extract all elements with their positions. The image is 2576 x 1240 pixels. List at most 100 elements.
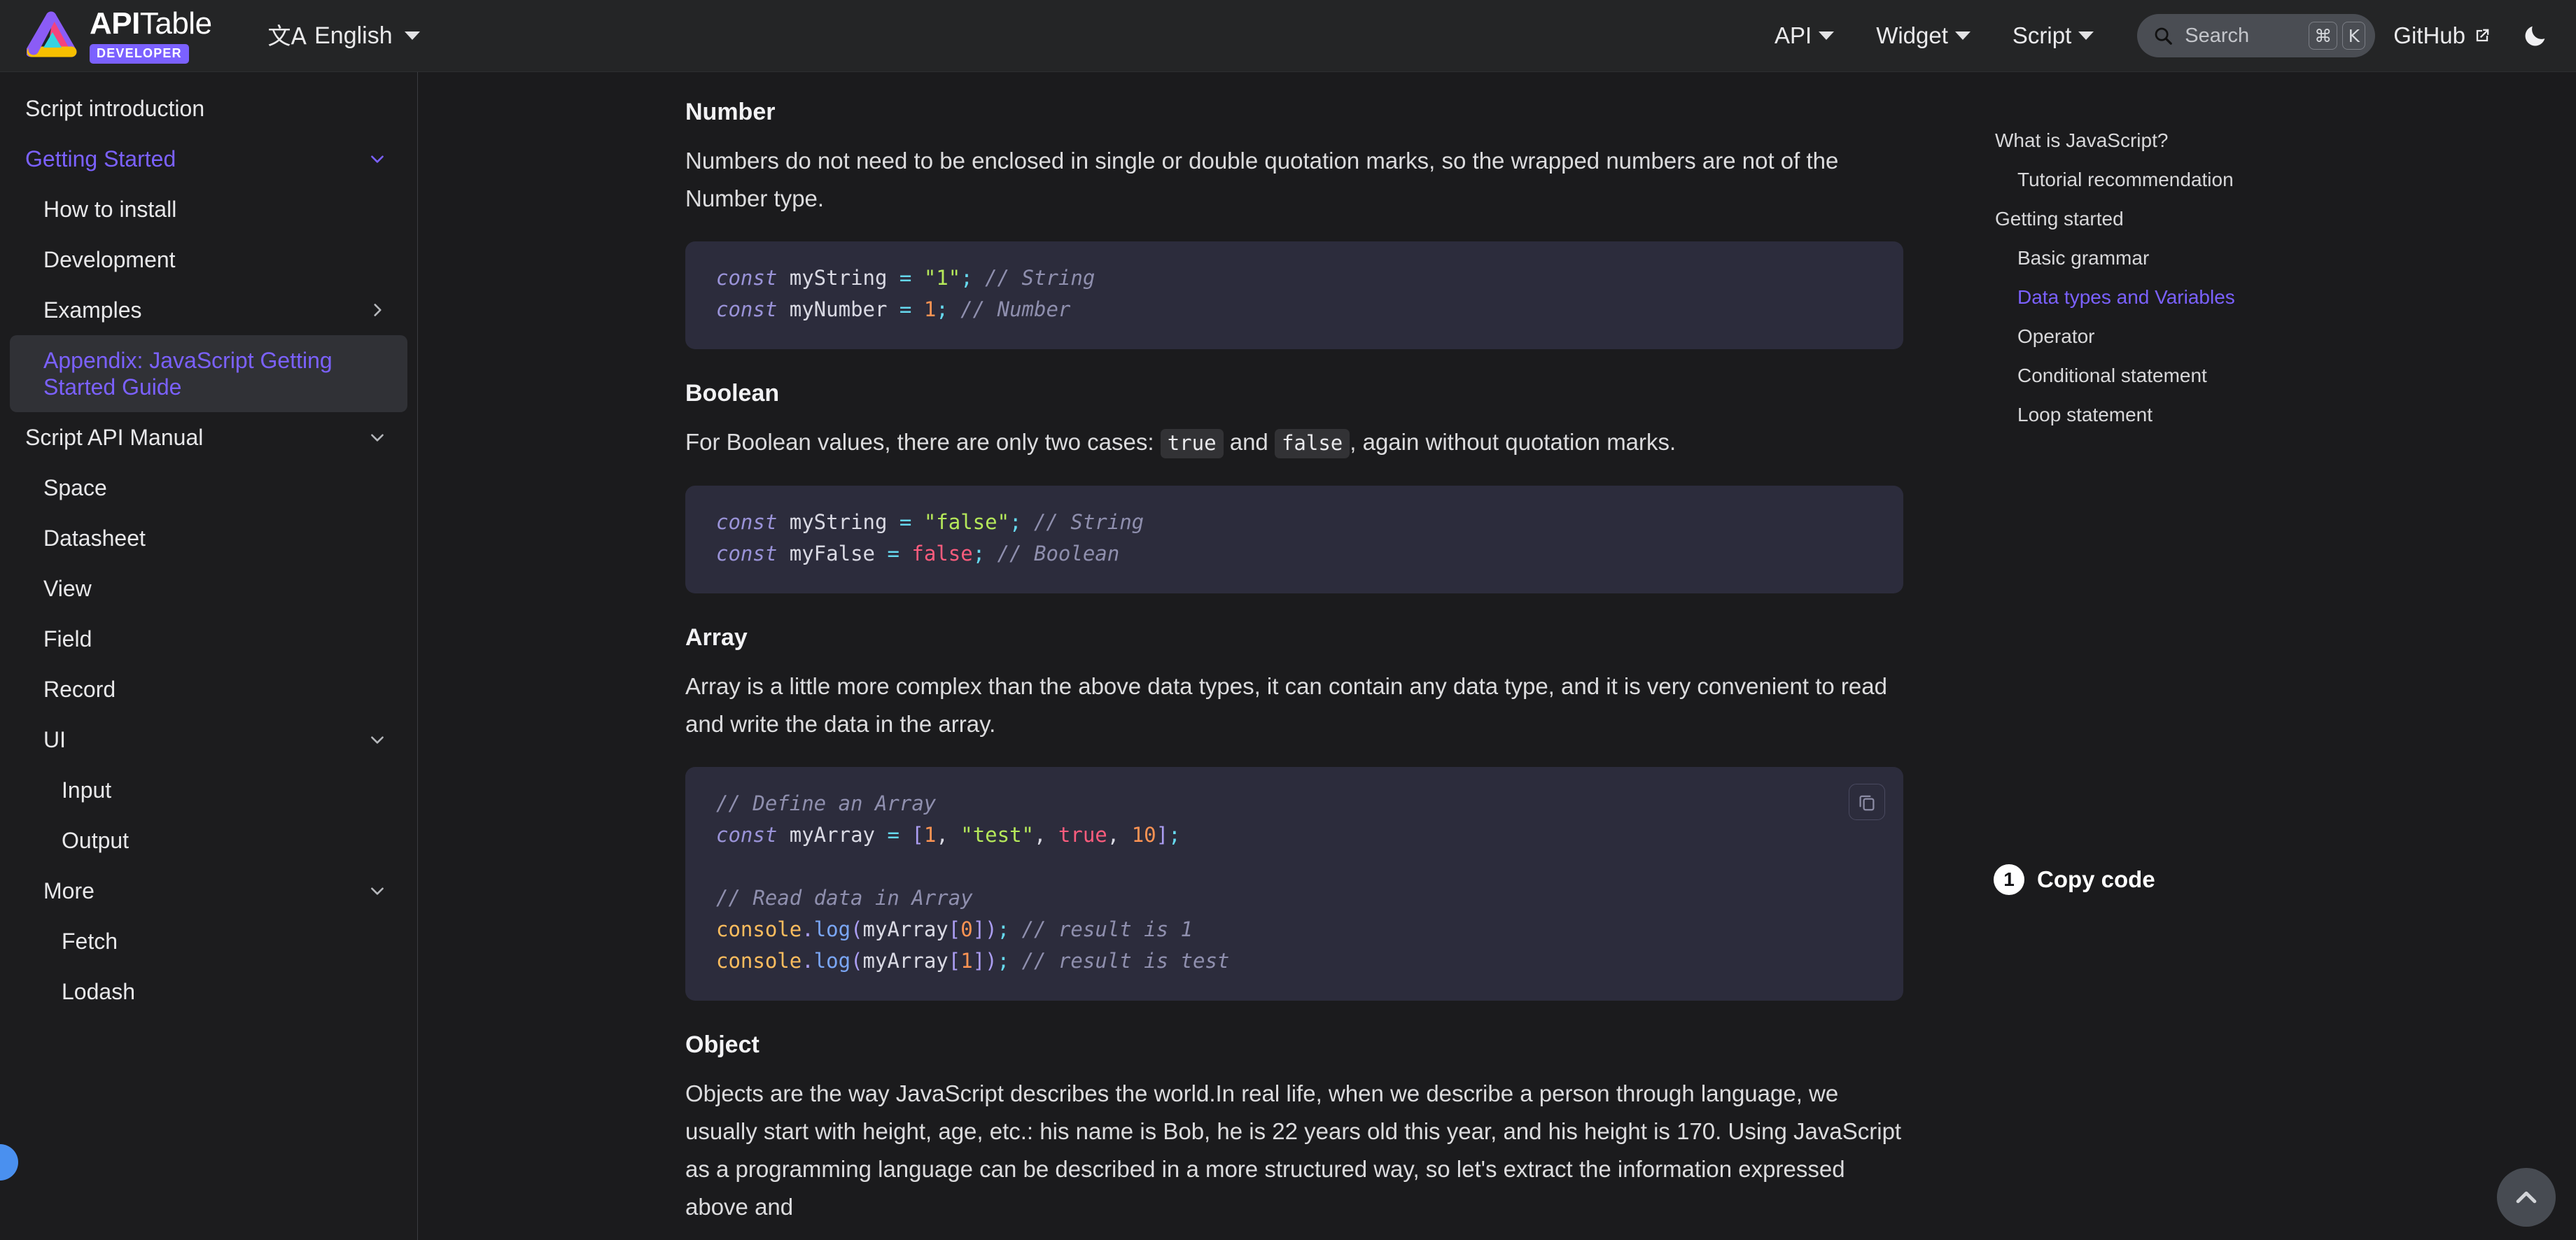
main-content: NumberNumbers do not need to be enclosed… [418, 72, 1946, 1240]
code-line: const myString = "1"; // String [716, 262, 1872, 294]
code-token: = [887, 542, 911, 565]
search-input[interactable]: Search ⌘ K [2137, 14, 2375, 57]
sidebar-item-label: Script introduction [25, 95, 204, 122]
code-token: // String [1022, 510, 1144, 534]
nav-item-script[interactable]: Script [1991, 22, 2115, 49]
code-token: ; [973, 542, 985, 565]
nav-item-widget[interactable]: Widget [1855, 22, 1991, 49]
section-heading: Object [685, 1030, 1903, 1059]
search-placeholder: Search [2185, 24, 2304, 48]
sidebar-item-ui[interactable]: UI [0, 714, 417, 765]
language-switcher[interactable]: 文A English [268, 22, 420, 50]
code-token: console [716, 917, 802, 941]
vertical-scrollbar[interactable] [2569, 72, 2576, 1240]
code-token: myArray [863, 917, 948, 941]
code-line [716, 851, 1872, 882]
toc-item-data-types-and-variables[interactable]: Data types and Variables [1974, 278, 2576, 317]
code-token: // result is test [1009, 949, 1229, 973]
chevron-right-icon [368, 301, 386, 319]
sidebar-item-view[interactable]: View [0, 563, 417, 614]
sidebar-item-output[interactable]: Output [0, 815, 417, 866]
code-line: // Read data in Array [716, 882, 1872, 914]
sidebar-item-label: Appendix: JavaScript Getting Started Gui… [43, 347, 386, 400]
code-token: // Define an Array [716, 791, 936, 815]
code-token: "1" [924, 266, 960, 290]
sidebar-item-script-introduction[interactable]: Script introduction [0, 83, 417, 134]
code-block: const myString = "1"; // Stringconst myN… [685, 241, 1903, 349]
sidebar-item-how-to-install[interactable]: How to install [0, 184, 417, 234]
paragraph-text: For Boolean values, there are only two c… [685, 429, 1161, 455]
sidebar-item-field[interactable]: Field [0, 614, 417, 664]
toc-item-operator[interactable]: Operator [1974, 317, 2576, 356]
code-line: const myString = "false"; // String [716, 507, 1872, 538]
copy-code-button[interactable] [1849, 784, 1885, 820]
code-token: ; [1168, 823, 1180, 847]
sidebar-item-label: How to install [43, 196, 176, 223]
brand-badge: DEVELOPER [90, 44, 189, 64]
sidebar-item-space[interactable]: Space [0, 463, 417, 513]
code-token: "test" [960, 823, 1034, 847]
section-paragraph: For Boolean values, there are only two c… [685, 423, 1903, 462]
code-token: ; [997, 917, 1009, 941]
sidebar-item-fetch[interactable]: Fetch [0, 916, 417, 966]
sidebar-item-more[interactable]: More [0, 866, 417, 916]
toc-item-getting-started[interactable]: Getting started [1974, 199, 2576, 239]
sidebar-item-getting-started[interactable]: Getting Started [0, 134, 417, 184]
code-token: = [899, 266, 924, 290]
sidebar-item-lodash[interactable]: Lodash [0, 966, 417, 1017]
sidebar-item-label: Lodash [62, 978, 135, 1005]
sidebar-item-label: UI [43, 726, 66, 753]
code-token: const [716, 823, 790, 847]
section-paragraph: Array is a little more complex than the … [685, 668, 1903, 743]
code-token: myFalse [790, 542, 888, 565]
paragraph-text: and [1224, 429, 1275, 455]
paragraph-text: , again without quotation marks. [1350, 429, 1676, 455]
code-token: [ [911, 823, 923, 847]
code-token: // String [973, 266, 1096, 290]
code-token: log [814, 917, 850, 941]
sidebar-item-script-api-manual[interactable]: Script API Manual [0, 412, 417, 463]
sidebar-item-datasheet[interactable]: Datasheet [0, 513, 417, 563]
code-token: myString [790, 266, 899, 290]
code-token: 0 [960, 917, 972, 941]
code-token: [ [948, 917, 960, 941]
github-link[interactable]: GitHub [2393, 22, 2492, 49]
scroll-to-top-button[interactable] [2497, 1168, 2556, 1227]
dark-mode-toggle[interactable] [2520, 20, 2551, 51]
code-token: ) [985, 949, 997, 973]
code-line: console.log(myArray[1]); // result is te… [716, 945, 1872, 977]
code-token: myArray [790, 823, 888, 847]
sidebar-item-label: Getting Started [25, 146, 176, 172]
brand-name-bold: API [90, 6, 140, 41]
code-token: log [814, 949, 850, 973]
apitable-logo-icon [27, 11, 78, 60]
code-token: ) [985, 917, 997, 941]
code-token: // result is 1 [1009, 917, 1193, 941]
sidebar-item-input[interactable]: Input [0, 765, 417, 815]
toc-item-basic-grammar[interactable]: Basic grammar [1974, 239, 2576, 278]
code-token: 10 [1132, 823, 1156, 847]
brand-logo[interactable]: APITable DEVELOPER [27, 8, 212, 64]
nav-item-script-label: Script [2012, 22, 2071, 49]
code-line: const myArray = [1, "test", true, 10]; [716, 819, 1872, 851]
nav-item-api[interactable]: API [1754, 22, 1855, 49]
sidebar-item-label: More [43, 878, 94, 904]
sidebar-item-label: Fetch [62, 928, 118, 954]
code-token: ; [936, 297, 948, 321]
toc-item-tutorial-recommendation[interactable]: Tutorial recommendation [1974, 160, 2576, 199]
toc-item-what-is-javascript[interactable]: What is JavaScript? [1974, 121, 2576, 160]
kbd-command-badge: ⌘ [2309, 22, 2337, 50]
toc-item-conditional-statement[interactable]: Conditional statement [1974, 356, 2576, 395]
toc-item-loop-statement[interactable]: Loop statement [1974, 395, 2576, 435]
chevron-down-icon [405, 31, 420, 40]
code-token: false [911, 542, 972, 565]
chevron-up-icon [2511, 1182, 2542, 1213]
sidebar-item-record[interactable]: Record [0, 664, 417, 714]
language-label: English [314, 22, 393, 50]
sidebar-item-examples[interactable]: Examples [0, 285, 417, 335]
sidebar-item-development[interactable]: Development [0, 234, 417, 285]
code-token: 1 [924, 823, 936, 847]
sidebar-item-appendix-javascript-getting-started-guide[interactable]: Appendix: JavaScript Getting Started Gui… [10, 335, 407, 412]
code-token: , [1107, 823, 1132, 847]
code-line: // Define an Array [716, 788, 1872, 819]
